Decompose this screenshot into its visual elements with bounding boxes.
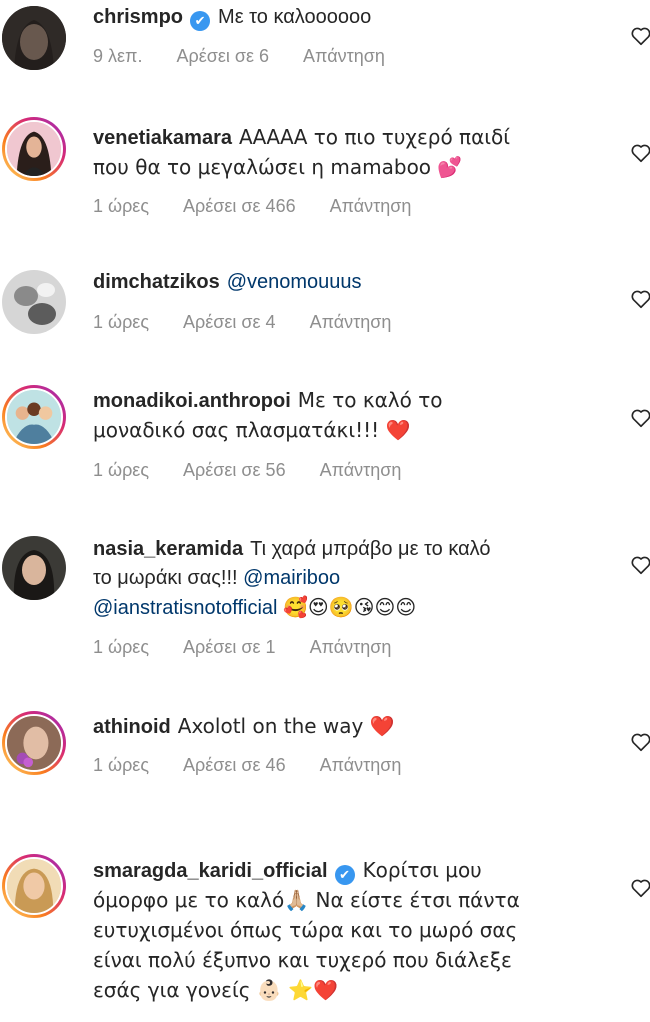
heart-outline-icon[interactable] <box>630 554 650 576</box>
comment-body: dimchatzikos @venomouuus <box>93 268 593 297</box>
avatar[interactable] <box>2 270 66 334</box>
heart-outline-icon[interactable] <box>630 731 650 753</box>
reply-button[interactable]: Απάντηση <box>310 637 392 657</box>
verified-badge-icon: ✔ <box>190 11 211 31</box>
comment-likes[interactable]: Αρέσει σε 1 <box>183 637 276 657</box>
comment-time: 1 ώρες <box>93 637 150 657</box>
comment-body: smaragda_karidi_official ✔ Κορίτσι μου όμο… <box>93 856 563 1006</box>
comment-body: nasia_keramida Τι χαρά μπράβο με το καλό … <box>93 535 513 623</box>
mention-link[interactable]: @mairiboo <box>243 567 340 589</box>
avatar[interactable] <box>2 854 66 918</box>
emoji-string: 🥰😍🥺😘😊😊 <box>283 595 417 619</box>
avatar[interactable] <box>2 711 66 775</box>
comment-likes[interactable]: Αρέσει σε 56 <box>183 460 286 480</box>
comment-body: chrismpo ✔ Με το καλοοοοοο <box>93 3 593 32</box>
reply-button[interactable]: Απάντηση <box>320 755 402 775</box>
avatar[interactable] <box>2 385 66 449</box>
avatar[interactable] <box>2 117 66 181</box>
comment-username[interactable]: smaragda_karidi_official <box>93 860 328 882</box>
avatar-photo <box>5 388 63 446</box>
avatar[interactable] <box>2 6 66 70</box>
heart-outline-icon[interactable] <box>630 25 650 47</box>
avatar-photo <box>5 714 63 772</box>
heart-outline-icon[interactable] <box>630 288 650 310</box>
comment-body: athinoid Axolotl on the way ❤️ <box>93 712 593 742</box>
comment-username[interactable]: nasia_keramida <box>93 538 243 560</box>
avatar-photo <box>2 6 66 70</box>
verified-badge-icon: ✔ <box>334 865 355 885</box>
avatar-photo <box>2 536 66 600</box>
comment-likes[interactable]: Αρέσει σε 46 <box>183 755 286 775</box>
comment-time: 9 λεπ. <box>93 46 143 66</box>
reply-button[interactable]: Απάντηση <box>330 196 412 216</box>
heart-outline-icon[interactable] <box>630 407 650 429</box>
mention-link[interactable]: @ianstratisnotofficial <box>93 597 277 619</box>
comment-meta: 1 ώρες Αρέσει σε 46 Απάντηση <box>93 755 435 776</box>
comment-time: 1 ώρες <box>93 196 150 216</box>
comment-body: monadikoi.anthropoi Με το καλό το μοναδικ… <box>93 386 533 446</box>
comment-time: 1 ώρες <box>93 460 150 480</box>
mention-link[interactable]: @venomouuus <box>227 271 362 293</box>
comment-likes[interactable]: Αρέσει σε 6 <box>176 46 269 66</box>
comment-meta: 1 ώρες Αρέσει σε 1 Απάντηση <box>93 637 425 658</box>
comment-time: 1 ώρες <box>93 755 150 775</box>
reply-button[interactable]: Απάντηση <box>320 460 402 480</box>
comment-likes[interactable]: Αρέσει σε 4 <box>183 312 276 332</box>
reply-button[interactable]: Απάντηση <box>310 312 392 332</box>
comment-text: Axolotl on the way ❤️ <box>177 714 395 738</box>
comment-meta: 1 ώρες Αρέσει σε 4 Απάντηση <box>93 312 425 333</box>
comment-meta: 1 ώρες Αρέσει σε 466 Απάντηση <box>93 196 445 217</box>
heart-outline-icon[interactable] <box>630 877 650 899</box>
avatar-photo <box>5 120 63 178</box>
comment-username[interactable]: monadikoi.anthropoi <box>93 390 291 412</box>
comment-body: venetiakamara ΑΑΑΑΑ το πιο τυχερό παιδί π… <box>93 123 533 183</box>
comment-meta: 1 ώρες Αρέσει σε 56 Απάντηση <box>93 460 435 481</box>
avatar-photo <box>2 270 66 334</box>
comment-likes[interactable]: Αρέσει σε 466 <box>183 196 296 216</box>
heart-outline-icon[interactable] <box>630 142 650 164</box>
comment-username[interactable]: venetiakamara <box>93 127 232 149</box>
comment-text: Με το καλοοοοοο <box>218 6 372 28</box>
comment-username[interactable]: athinoid <box>93 716 171 738</box>
avatar[interactable] <box>2 536 66 600</box>
comment-username[interactable]: dimchatzikos <box>93 271 220 293</box>
avatar-photo <box>5 857 63 915</box>
comment-time: 1 ώρες <box>93 312 150 332</box>
comment-meta: 9 λεπ. Αρέσει σε 6 Απάντηση <box>93 46 419 67</box>
reply-button[interactable]: Απάντηση <box>303 46 385 66</box>
comment-username[interactable]: chrismpo <box>93 6 183 28</box>
